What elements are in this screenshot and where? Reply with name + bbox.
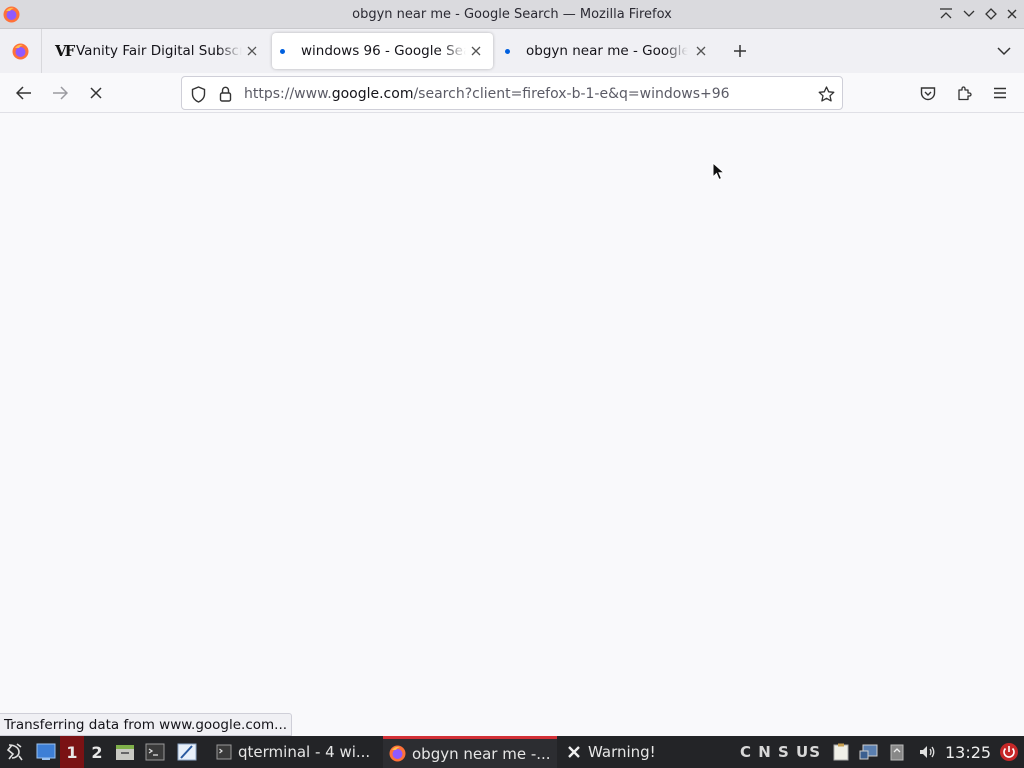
task-firefox[interactable]: obgyn near me -... xyxy=(383,736,557,768)
tab-close-icon[interactable] xyxy=(692,42,710,60)
mouse-pointer-icon xyxy=(712,161,726,182)
volume-tray-icon[interactable] xyxy=(917,736,937,768)
star-icon xyxy=(818,86,834,102)
clipboard-tray-icon[interactable] xyxy=(832,736,850,768)
task-label: Warning! xyxy=(588,743,656,761)
loading-indicator-icon xyxy=(505,49,510,54)
desktop-icon xyxy=(36,743,56,760)
task-label: obgyn near me -... xyxy=(412,744,551,763)
url-text: https://www.google.com/search?client=fir… xyxy=(244,86,730,102)
tab-obgyn-near-me[interactable]: obgyn near me - Google Search xyxy=(496,33,718,69)
status-panel: Transferring data from www.google.com... xyxy=(0,713,293,736)
show-desktop-button[interactable] xyxy=(34,736,58,768)
start-menu-icon xyxy=(6,743,23,761)
url-host: google.com xyxy=(331,86,414,102)
firefox-icon xyxy=(12,43,29,59)
terminal-launcher[interactable] xyxy=(144,736,166,768)
keyboard-indicators[interactable]: C N S US xyxy=(740,736,821,768)
power-icon xyxy=(1000,743,1018,761)
chevron-down-icon xyxy=(997,47,1011,56)
task-warning[interactable]: Warning! xyxy=(562,736,732,768)
network-tray-icon[interactable] xyxy=(858,736,880,768)
tab-strip: VF Vanity Fair Digital Subscription wind… xyxy=(0,29,1024,73)
tab-close-icon[interactable] xyxy=(243,42,261,60)
window-close-button[interactable] xyxy=(1003,5,1021,23)
pocket-icon xyxy=(920,86,936,100)
tab-close-icon[interactable] xyxy=(467,42,485,60)
hamburger-menu-icon xyxy=(994,87,1006,99)
url-path: /search?client=firefox-b-1-e&q=windows+9… xyxy=(413,86,730,102)
loading-indicator-icon xyxy=(280,49,285,54)
forward-arrow-icon xyxy=(53,86,68,100)
taskbar: 1 2 qterminal - 4 wi... obgyn near me -.… xyxy=(0,736,1024,768)
pocket-button[interactable] xyxy=(918,83,938,103)
address-bar[interactable]: https://www.google.com/search?client=fir… xyxy=(181,76,843,110)
text-editor-launcher[interactable] xyxy=(175,736,199,768)
forward-button[interactable] xyxy=(50,83,70,103)
extensions-button[interactable] xyxy=(954,83,974,103)
new-tab-button[interactable] xyxy=(730,41,750,61)
back-arrow-icon xyxy=(16,86,31,100)
terminal-icon xyxy=(145,743,165,761)
lock-icon[interactable] xyxy=(215,84,235,104)
url-prefix: https://www. xyxy=(244,86,332,102)
firefox-icon xyxy=(389,745,406,762)
window-titlebar: obgyn near me - Google Search — Mozilla … xyxy=(0,0,1024,29)
text-editor-icon xyxy=(177,743,197,761)
page-content-area[interactable] xyxy=(0,114,1024,736)
workspace-1[interactable]: 1 xyxy=(60,736,84,768)
task-qterminal[interactable]: qterminal - 4 wi... xyxy=(212,736,378,768)
window-maximize-button[interactable] xyxy=(982,5,1000,23)
window-minimize-button[interactable] xyxy=(960,5,978,23)
x-icon xyxy=(568,746,580,758)
window-shade-button[interactable] xyxy=(937,5,955,23)
power-button[interactable] xyxy=(998,736,1020,768)
file-manager-launcher[interactable] xyxy=(114,736,136,768)
firefox-view-button[interactable] xyxy=(0,29,42,73)
tab-vanity-fair[interactable]: VF Vanity Fair Digital Subscription xyxy=(45,33,269,69)
app-menu-button[interactable] xyxy=(990,83,1010,103)
tracking-protection-shield-icon[interactable] xyxy=(188,84,208,104)
plus-icon xyxy=(734,45,746,57)
task-label: qterminal - 4 wi... xyxy=(238,743,371,761)
tab-windows-96[interactable]: windows 96 - Google Search xyxy=(272,33,493,69)
terminal-icon xyxy=(216,744,232,760)
list-all-tabs-button[interactable] xyxy=(994,41,1014,61)
battery-tray-icon[interactable] xyxy=(888,736,906,768)
window-title: obgyn near me - Google Search — Mozilla … xyxy=(352,7,672,22)
start-menu-button[interactable] xyxy=(3,736,27,768)
bookmark-star-button[interactable] xyxy=(816,84,836,104)
workspace-2[interactable]: 2 xyxy=(85,736,109,768)
file-manager-icon xyxy=(116,745,134,760)
puzzle-icon xyxy=(958,86,972,101)
navigation-toolbar: https://www.google.com/search?client=fir… xyxy=(0,73,1024,113)
stop-button[interactable] xyxy=(86,83,106,103)
vanity-fair-favicon-icon: VF xyxy=(55,42,75,60)
clock[interactable]: 13:25 xyxy=(945,736,991,768)
stop-icon xyxy=(90,87,102,99)
back-button[interactable] xyxy=(14,83,34,103)
